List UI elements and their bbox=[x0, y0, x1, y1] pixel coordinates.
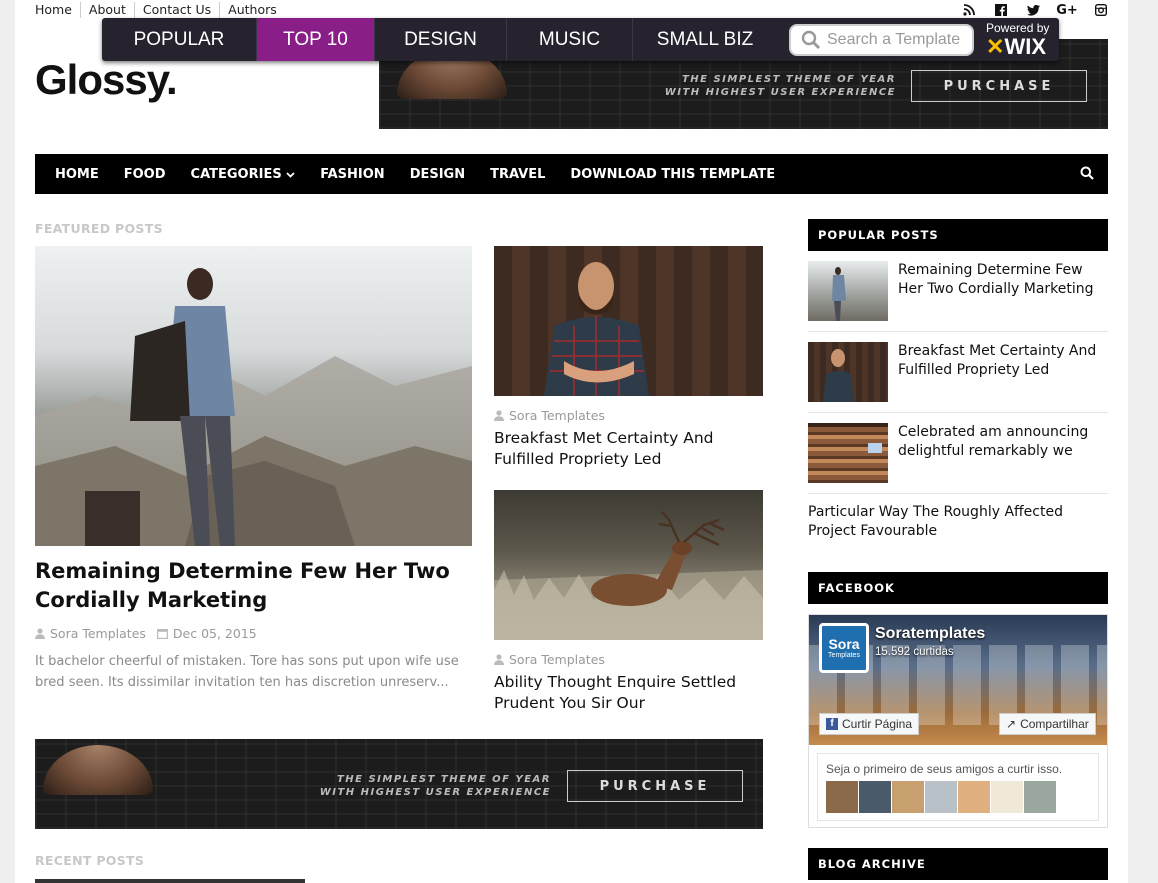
facebook-icon: f bbox=[826, 718, 838, 730]
google-plus-icon[interactable]: G+ bbox=[1056, 3, 1078, 18]
facebook-widget: Sora Templates Soratemplates 15.592 curt… bbox=[808, 614, 1108, 828]
featured-side-author-2[interactable]: Sora Templates bbox=[509, 652, 605, 667]
featured-side-meta-2: Sora Templates bbox=[494, 652, 605, 667]
facebook-likes: 15.592 curtidas bbox=[875, 646, 954, 658]
toplink-authors[interactable]: Authors bbox=[219, 2, 285, 18]
popular-post-thumb bbox=[808, 423, 888, 483]
social-icons: G+ bbox=[962, 3, 1108, 18]
popular-post-title[interactable]: Breakfast Met Certainty And Fulfilled Pr… bbox=[898, 342, 1108, 380]
avatar[interactable] bbox=[826, 781, 858, 813]
rss-icon[interactable] bbox=[962, 3, 976, 17]
featured-main-excerpt: It bachelor cheerful of mistaken. Tore h… bbox=[35, 654, 459, 690]
divider bbox=[808, 412, 1108, 413]
featured-side-image-2[interactable] bbox=[494, 490, 763, 640]
facebook-like-button[interactable]: f Curtir Página bbox=[819, 713, 920, 735]
deer-photo bbox=[494, 511, 763, 640]
twitter-icon[interactable] bbox=[1026, 3, 1040, 17]
nav-categories[interactable]: CATEGORIES bbox=[191, 167, 296, 182]
recent-posts-heading: RECENT POSTS bbox=[35, 853, 145, 868]
featured-posts-heading: FEATURED POSTS bbox=[35, 221, 163, 236]
wix-tab-popular[interactable]: POPULAR bbox=[102, 18, 257, 61]
wix-tab-top10[interactable]: TOP 10 bbox=[257, 18, 375, 61]
search-icon bbox=[801, 30, 821, 49]
avatar[interactable] bbox=[859, 781, 891, 813]
popular-post-4[interactable]: Particular Way The Roughly Affected Proj… bbox=[808, 503, 1108, 541]
mountain-hiker-photo bbox=[35, 268, 472, 546]
purchase-button[interactable]: PURCHASE bbox=[911, 70, 1087, 102]
page: Home About Contact Us Authors G+ Glossy.… bbox=[15, 0, 1128, 883]
nav-download-template[interactable]: DOWNLOAD THIS TEMPLATE bbox=[570, 167, 775, 182]
share-icon: ↗ bbox=[1006, 717, 1017, 731]
toplink-contact[interactable]: Contact Us bbox=[133, 2, 219, 18]
blog-archive-heading: BLOG ARCHIVE bbox=[808, 848, 1108, 880]
divider bbox=[808, 331, 1108, 332]
divider bbox=[808, 493, 1108, 494]
featured-side-title-1[interactable]: Breakfast Met Certainty And Fulfilled Pr… bbox=[494, 428, 754, 470]
site-logo[interactable]: Glossy. bbox=[35, 56, 178, 104]
purchase-button[interactable]: PURCHASE bbox=[567, 770, 743, 802]
facebook-share-button[interactable]: ↗ Compartilhar bbox=[999, 713, 1096, 735]
nav-food[interactable]: FOOD bbox=[124, 167, 166, 182]
wix-template-bar: POPULAR TOP 10 DESIGN MUSIC SMALL BIZ Se… bbox=[102, 18, 1059, 61]
avatar[interactable] bbox=[1024, 781, 1056, 813]
featured-main-image[interactable] bbox=[35, 246, 472, 546]
main-nav: HOME FOOD CATEGORIES FASHION DESIGN TRAV… bbox=[35, 154, 1108, 194]
top-links: Home About Contact Us Authors bbox=[35, 2, 285, 18]
nav-design[interactable]: DESIGN bbox=[410, 167, 465, 182]
featured-side-meta-1: Sora Templates bbox=[494, 408, 605, 423]
popular-post-thumb bbox=[808, 261, 888, 321]
friend-avatars bbox=[826, 781, 1056, 813]
avatar[interactable] bbox=[925, 781, 957, 813]
featured-main-meta: Sora Templates Dec 05, 2015 bbox=[35, 626, 257, 641]
wix-search-input[interactable]: Search a Template bbox=[789, 23, 974, 56]
featured-main-author[interactable]: Sora Templates bbox=[50, 626, 146, 641]
popular-post-3[interactable]: Celebrated am announcing delightful rema… bbox=[808, 423, 1108, 483]
content-banner[interactable]: THE SIMPLEST THEME OF YEAR WITH HIGHEST … bbox=[35, 739, 763, 829]
wix-tab-small-biz[interactable]: SMALL BIZ bbox=[633, 18, 777, 61]
calendar-icon bbox=[156, 629, 168, 639]
recent-post-image-top[interactable] bbox=[35, 879, 305, 883]
chevron-down-icon bbox=[286, 171, 295, 178]
facebook-page-name[interactable]: Soratemplates bbox=[875, 625, 985, 643]
facebook-friends-box: Seja o primeiro de seus amigos a curtir … bbox=[817, 753, 1099, 821]
wix-tab-music[interactable]: MUSIC bbox=[507, 18, 633, 61]
featured-side-image-1[interactable] bbox=[494, 246, 763, 396]
popular-posts-heading: POPULAR POSTS bbox=[808, 219, 1108, 251]
user-icon bbox=[494, 654, 504, 665]
facebook-heading: FACEBOOK bbox=[808, 572, 1108, 604]
avatar[interactable] bbox=[892, 781, 924, 813]
popular-post-2[interactable]: Breakfast Met Certainty And Fulfilled Pr… bbox=[808, 342, 1108, 402]
wix-tab-design[interactable]: DESIGN bbox=[375, 18, 507, 61]
toplink-about[interactable]: About bbox=[79, 2, 134, 18]
featured-side-title-2[interactable]: Ability Thought Enquire Settled Prudent … bbox=[494, 672, 754, 714]
popular-post-title[interactable]: Celebrated am announcing delightful rema… bbox=[898, 423, 1108, 461]
bearded-man-photo bbox=[544, 262, 649, 396]
facebook-friends-text: Seja o primeiro de seus amigos a curtir … bbox=[826, 762, 1063, 776]
facebook-cover[interactable]: Sora Templates Soratemplates 15.592 curt… bbox=[809, 615, 1107, 745]
search-icon[interactable] bbox=[1080, 166, 1094, 180]
popular-post-title[interactable]: Particular Way The Roughly Affected Proj… bbox=[808, 504, 1063, 539]
featured-side-author-1[interactable]: Sora Templates bbox=[509, 408, 605, 423]
popular-post-thumb bbox=[808, 342, 888, 402]
featured-main-title[interactable]: Remaining Determine Few Her Two Cordiall… bbox=[35, 557, 455, 615]
nav-fashion[interactable]: FASHION bbox=[320, 167, 384, 182]
nav-travel[interactable]: TRAVEL bbox=[490, 167, 545, 182]
instagram-icon[interactable] bbox=[1094, 3, 1108, 17]
user-icon bbox=[494, 410, 504, 421]
popular-post-title[interactable]: Remaining Determine Few Her Two Cordiall… bbox=[898, 261, 1108, 299]
banner-tagline: THE SIMPLEST THEME OF YEAR WITH HIGHEST … bbox=[664, 74, 896, 98]
user-icon bbox=[35, 628, 45, 639]
facebook-icon[interactable] bbox=[994, 3, 1008, 17]
featured-main-date: Dec 05, 2015 bbox=[172, 626, 257, 641]
wix-logo[interactable]: Powered by ✕WIX bbox=[986, 22, 1049, 58]
banner-tagline: THE SIMPLEST THEME OF YEAR WITH HIGHEST … bbox=[319, 774, 551, 798]
nav-home[interactable]: HOME bbox=[55, 167, 99, 182]
avatar[interactable] bbox=[958, 781, 990, 813]
avatar[interactable] bbox=[991, 781, 1023, 813]
sora-logo[interactable]: Sora Templates bbox=[819, 623, 869, 673]
toplink-home[interactable]: Home bbox=[35, 2, 80, 18]
popular-post-1[interactable]: Remaining Determine Few Her Two Cordiall… bbox=[808, 261, 1108, 321]
lamp-graphic bbox=[43, 745, 153, 795]
